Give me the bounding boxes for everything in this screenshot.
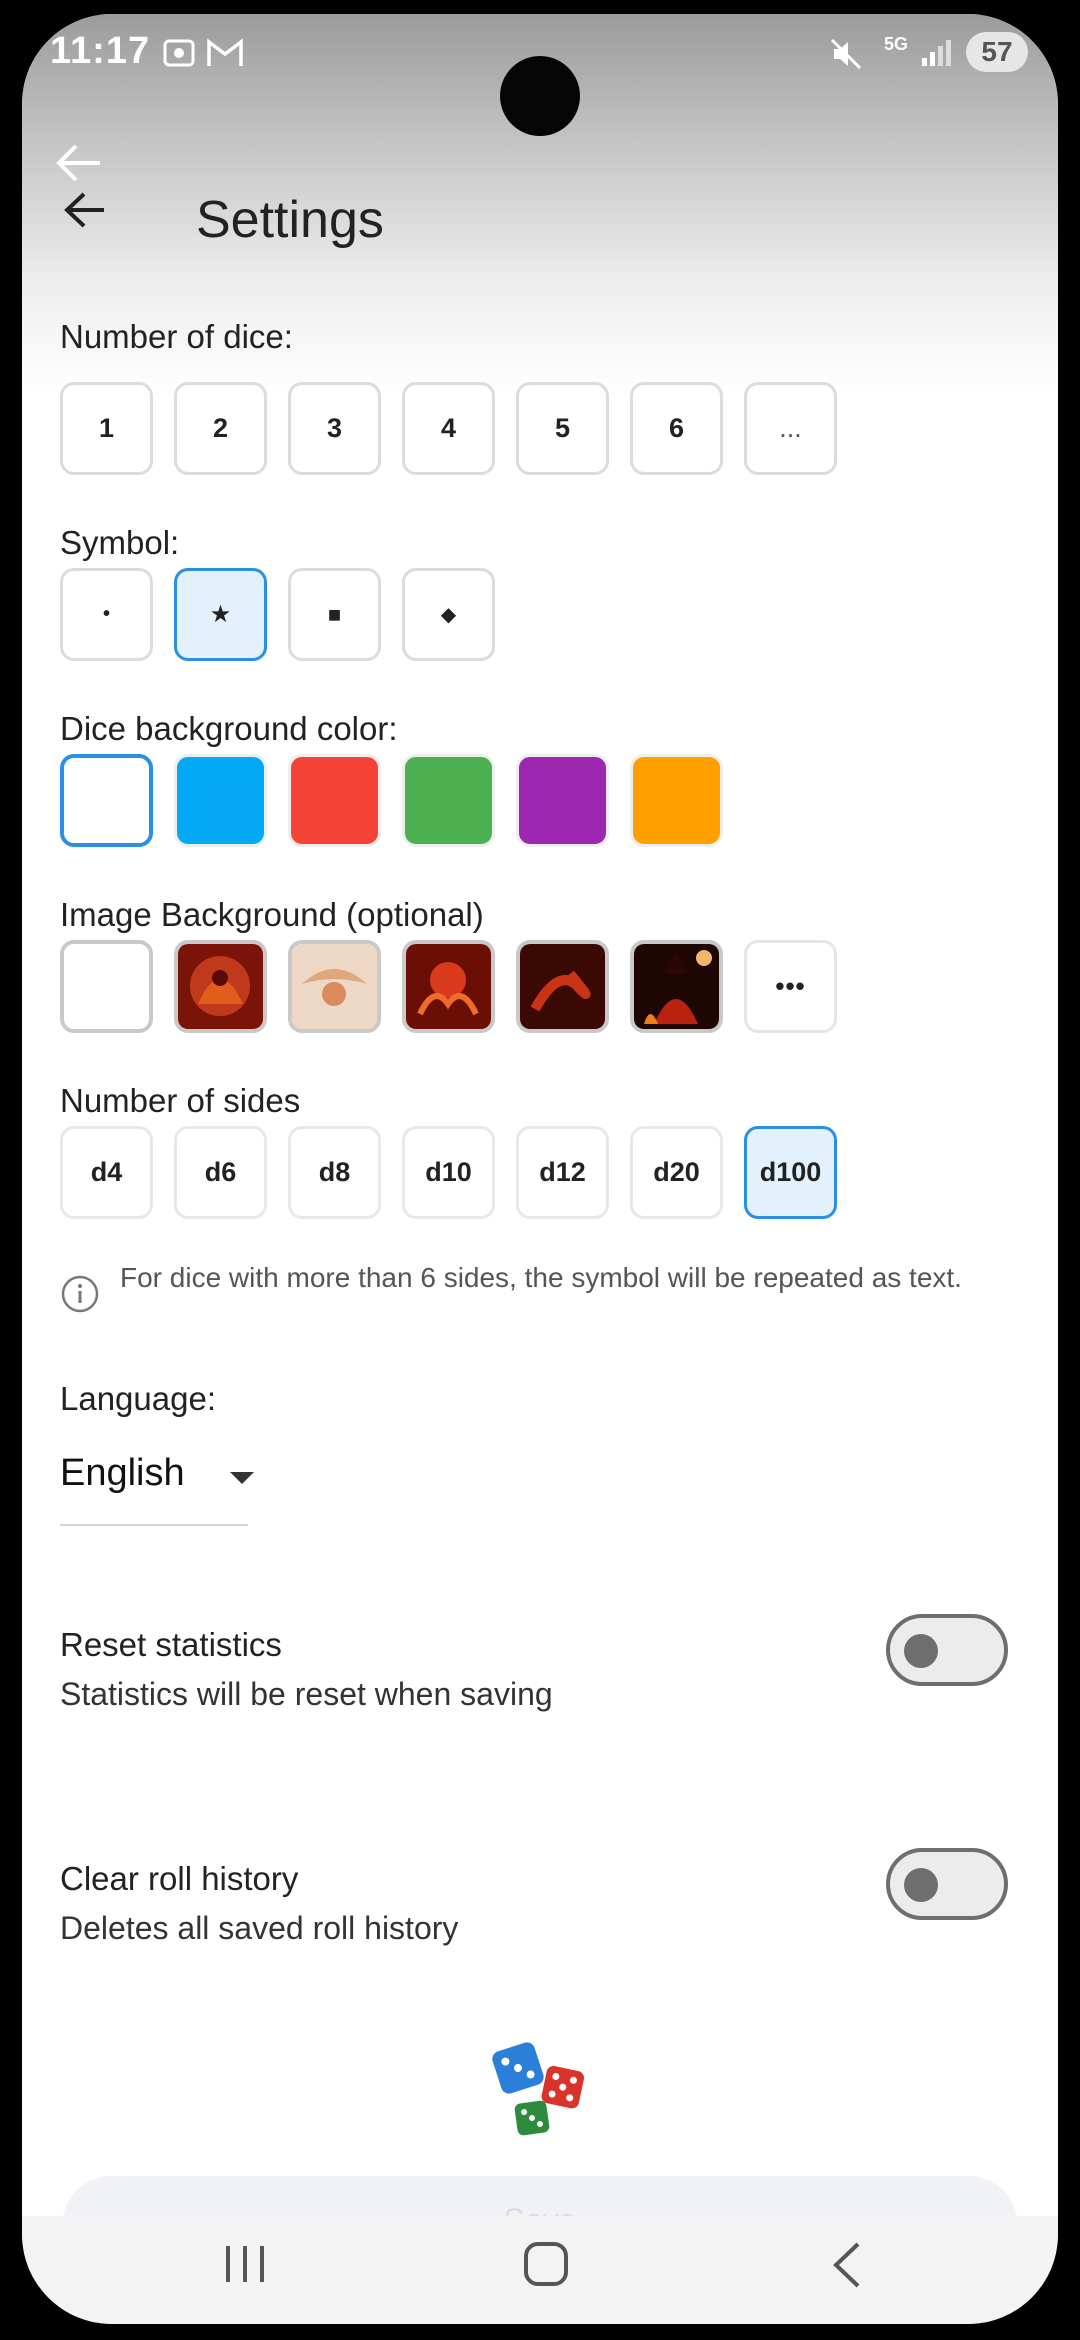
dice-count-option[interactable]: 5: [516, 382, 609, 475]
info-icon: [60, 1258, 100, 1319]
clear-history-title: Clear roll history: [60, 1860, 299, 1897]
color-red-swatch[interactable]: [288, 754, 381, 847]
color-purple-swatch[interactable]: [516, 754, 609, 847]
dice-bg-color-options: [60, 754, 723, 847]
reset-stats-toggle[interactable]: [886, 1614, 1008, 1686]
image-phoenix-thumbnail[interactable]: [288, 940, 381, 1033]
back-button[interactable]: [62, 190, 108, 235]
symbol-label: Symbol:: [60, 524, 180, 561]
home-button[interactable]: [522, 2240, 570, 2293]
system-nav-bar: [22, 2216, 1058, 2324]
gmail-icon: [206, 36, 244, 75]
reset-stats-subtitle: Statistics will be reset when saving: [60, 1676, 553, 1712]
reset-stats-title: Reset statistics: [60, 1626, 282, 1663]
clear-history-toggle[interactable]: [886, 1848, 1008, 1920]
screenshot-icon: [162, 36, 196, 75]
dice-count-option[interactable]: 2: [174, 382, 267, 475]
image-octopus-thumbnail[interactable]: [402, 940, 495, 1033]
language-label: Language:: [60, 1380, 216, 1417]
image-bg-options: •••: [60, 940, 837, 1033]
dice-bg-color-label: Dice background color:: [60, 710, 398, 747]
back-nav-button[interactable]: [828, 2240, 868, 2295]
toggle-knob: [904, 1868, 938, 1902]
dice-count-option[interactable]: 6: [630, 382, 723, 475]
sides-option[interactable]: d20: [630, 1126, 723, 1219]
dice-count-options: 1 2 3 4 5 6 ...: [60, 382, 837, 475]
color-orange-swatch[interactable]: [630, 754, 723, 847]
page-title: Settings: [196, 191, 384, 249]
info-text: For dice with more than 6 sides, the sym…: [120, 1262, 962, 1293]
symbol-square-option[interactable]: ■: [288, 568, 381, 661]
camera-cutout: [500, 56, 580, 136]
sides-label: Number of sides: [60, 1082, 301, 1119]
sides-option[interactable]: d12: [516, 1126, 609, 1219]
dice-logo-icon: [486, 2034, 596, 2149]
battery-icon: 57: [966, 32, 1028, 72]
clear-history-subtitle: Deletes all saved roll history: [60, 1910, 459, 1946]
image-more-button[interactable]: •••: [744, 940, 837, 1033]
network-label: 5G: [884, 34, 909, 54]
dice-count-option[interactable]: 3: [288, 382, 381, 475]
sides-option[interactable]: d4: [60, 1126, 153, 1219]
sides-option[interactable]: d8: [288, 1126, 381, 1219]
symbol-star-option[interactable]: ★: [174, 568, 267, 661]
symbol-diamond-option[interactable]: ◆: [402, 568, 495, 661]
language-value: English: [60, 1452, 185, 1494]
arrow-left-icon: [54, 142, 104, 189]
color-white-swatch[interactable]: [60, 754, 153, 847]
image-dragon-thumbnail[interactable]: [174, 940, 267, 1033]
color-green-swatch[interactable]: [402, 754, 495, 847]
symbol-dot-option[interactable]: •: [60, 568, 153, 661]
signal-icon: [920, 36, 954, 75]
info-note: For dice with more than 6 sides, the sym…: [60, 1258, 1010, 1319]
recents-button[interactable]: [220, 2240, 270, 2291]
dice-count-option[interactable]: 4: [402, 382, 495, 475]
dice-count-label: Number of dice:: [60, 318, 293, 355]
image-witch-thumbnail[interactable]: [630, 940, 723, 1033]
image-none-option[interactable]: [60, 940, 153, 1033]
dice-count-option[interactable]: 1: [60, 382, 153, 475]
toggle-knob: [904, 1634, 938, 1668]
mute-icon: [828, 36, 864, 77]
status-time: 11:17: [50, 30, 151, 72]
battery-level: 57: [981, 36, 1013, 67]
sides-option-selected[interactable]: d100: [744, 1126, 837, 1219]
image-serpent-thumbnail[interactable]: [516, 940, 609, 1033]
language-dropdown[interactable]: English: [60, 1452, 254, 1526]
dropdown-caret-icon: [230, 1472, 254, 1484]
color-blue-swatch[interactable]: [174, 754, 267, 847]
sides-options: d4 d6 d8 d10 d12 d20 d100: [60, 1126, 837, 1219]
image-bg-label: Image Background (optional): [60, 896, 484, 933]
symbol-options: • ★ ■ ◆: [60, 568, 495, 661]
dice-count-more-button[interactable]: ...: [744, 382, 837, 475]
sides-option[interactable]: d6: [174, 1126, 267, 1219]
sides-option[interactable]: d10: [402, 1126, 495, 1219]
app-screen: 11:17 5G 57 Settings Number of dice: 1 2…: [22, 14, 1058, 2324]
